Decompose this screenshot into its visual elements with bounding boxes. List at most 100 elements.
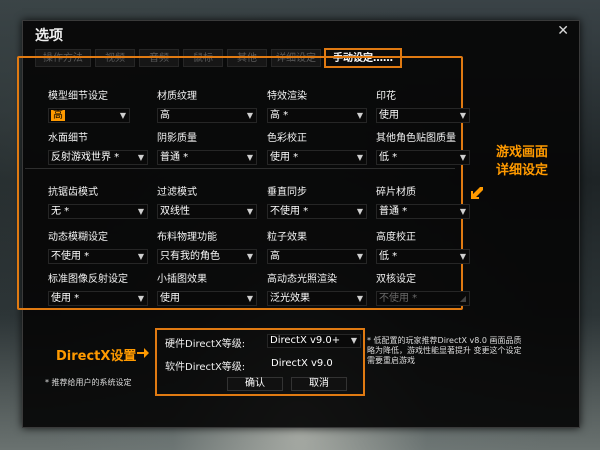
minimap-effect-select[interactable]: 使用 ▼ [157, 291, 257, 306]
close-icon[interactable]: ✕ [557, 23, 569, 39]
graphics-detail-annotation: 游戏画面 详细设定 [496, 144, 548, 180]
height-correction-select[interactable]: 低 * ▼ [376, 249, 470, 264]
select-value: 使用 * [51, 293, 80, 304]
setting-dual-core: 双核设定 不使用 * ◢ [376, 273, 470, 306]
setting-label: 水面细节 [48, 133, 88, 144]
setting-color-correction: 色彩校正 使用 * ▼ [267, 132, 367, 165]
select-value: 使用 [160, 293, 180, 304]
setting-cloth-physics: 布料物理功能 只有我的角色 ▼ [157, 231, 257, 264]
setting-water-detail: 水面细节 反射游戏世界 * ▼ [48, 132, 148, 165]
dropdown-arrow-icon: ▼ [137, 207, 144, 216]
setting-label: 印花 [376, 91, 396, 102]
annotation-arrow-icon [137, 348, 149, 358]
select-value: 低 * [379, 251, 398, 262]
dropdown-arrow-icon: ▼ [356, 207, 363, 216]
antialiasing-select[interactable]: 无 * ▼ [48, 204, 148, 219]
cancel-button[interactable]: 取消 [291, 377, 347, 391]
setting-label: 双核设定 [376, 274, 416, 285]
setting-label: 粒子效果 [267, 232, 307, 243]
select-value: 双线性 [160, 206, 190, 217]
select-value: 无 * [51, 206, 70, 217]
dropdown-arrow-icon: ◢ [459, 294, 466, 303]
other-char-texture-select[interactable]: 低 * ▼ [376, 150, 470, 165]
setting-particles: 粒子效果 高 ▼ [267, 231, 367, 264]
effects-select[interactable]: 高 * ▼ [267, 108, 367, 123]
texture-select[interactable]: 高 ▼ [157, 108, 257, 123]
select-value: 不使用 * [379, 293, 418, 304]
setting-effects: 特效渲染 高 * ▼ [267, 90, 367, 123]
setting-shadow-quality: 阴影质量 普通 * ▼ [157, 132, 257, 165]
setting-label: 动态模糊设定 [48, 232, 108, 243]
fragment-material-select[interactable]: 普通 * ▼ [376, 204, 470, 219]
setting-hdr: 高动态光照渲染 泛光效果 ▼ [267, 273, 367, 306]
setting-label: 特效渲染 [267, 91, 307, 102]
setting-label: 阴影质量 [157, 133, 197, 144]
setting-filter-mode: 过滤模式 双线性 ▼ [157, 186, 257, 219]
setting-label: 布料物理功能 [157, 232, 217, 243]
annotation-line: 游戏画面 [496, 145, 549, 160]
select-value: 使用 [379, 110, 399, 121]
dual-core-select[interactable]: 不使用 * ◢ [376, 291, 470, 306]
dropdown-arrow-icon: ▼ [459, 252, 466, 261]
select-value: 普通 * [160, 152, 189, 163]
color-correction-select[interactable]: 使用 * ▼ [267, 150, 367, 165]
setting-label: 高度校正 [376, 232, 416, 243]
vsync-select[interactable]: 不使用 * ▼ [267, 204, 367, 219]
dropdown-arrow-icon: ▼ [119, 111, 126, 120]
setting-label: 色彩校正 [267, 133, 307, 144]
dropdown-arrow-icon: ▼ [356, 252, 363, 261]
setting-height-correction: 高度校正 低 * ▼ [376, 231, 470, 264]
select-value: 使用 * [270, 152, 299, 163]
model-detail-select[interactable]: 高 ▼ [48, 108, 130, 123]
setting-std-reflection: 标准图像反射设定 使用 * ▼ [48, 273, 148, 306]
dropdown-arrow-icon: ▼ [246, 153, 253, 162]
setting-label: 其他角色贴图质量 [376, 133, 456, 144]
setting-label: 垂直同步 [267, 187, 307, 198]
particles-select[interactable]: 高 ▼ [267, 249, 367, 264]
setting-label: 小插图效果 [157, 274, 207, 285]
select-value: 反射游戏世界 * [51, 152, 120, 163]
setting-decal: 印花 使用 ▼ [376, 90, 470, 123]
select-value: 高 [160, 110, 170, 121]
motion-blur-select[interactable]: 不使用 * ▼ [48, 249, 148, 264]
hw-directx-select[interactable]: DirectX v9.0+ ▼ [267, 334, 361, 348]
dialog-title: 选项 [35, 28, 63, 44]
annotation-line: 详细设定 [496, 163, 549, 178]
dropdown-arrow-icon: ▼ [246, 111, 253, 120]
setting-label: 抗锯齿模式 [48, 187, 98, 198]
setting-label: 材质纹理 [157, 91, 197, 102]
confirm-button[interactable]: 确认 [227, 377, 283, 391]
hdr-select[interactable]: 泛光效果 ▼ [267, 291, 367, 306]
directx-annotation: DirectX设置 [56, 349, 137, 364]
select-value: 低 * [379, 152, 398, 163]
setting-model-detail: 模型细节设定 高 ▼ [48, 90, 130, 123]
dropdown-arrow-icon: ▼ [137, 294, 144, 303]
shadow-quality-select[interactable]: 普通 * ▼ [157, 150, 257, 165]
hw-directx-label: 硬件DirectX等级: [165, 339, 246, 350]
setting-minimap-effect: 小插图效果 使用 ▼ [157, 273, 257, 306]
select-value: 高 [51, 110, 65, 121]
dropdown-arrow-icon: ▼ [137, 252, 144, 261]
cloth-physics-select[interactable]: 只有我的角色 ▼ [157, 249, 257, 264]
std-reflection-select[interactable]: 使用 * ▼ [48, 291, 148, 306]
directx-settings-box: 硬件DirectX等级: DirectX v9.0+ ▼ 软件DirectX等级… [155, 328, 365, 396]
dropdown-arrow-icon: ▼ [246, 252, 253, 261]
filter-mode-select[interactable]: 双线性 ▼ [157, 204, 257, 219]
select-value: 不使用 * [270, 206, 309, 217]
decal-select[interactable]: 使用 ▼ [376, 108, 470, 123]
setting-fragment-material: 碎片材质 普通 * ▼ [376, 186, 470, 219]
annotation-arrow-icon [471, 187, 483, 199]
select-value: 泛光效果 [270, 293, 310, 304]
select-value: 普通 * [379, 206, 408, 217]
dropdown-arrow-icon: ▼ [246, 294, 253, 303]
low-config-note: * 低配置的玩家推荐DirectX v8.0 画面品质略为降低，游戏性能显著提升… [367, 336, 522, 365]
section-divider [25, 168, 455, 169]
setting-vsync: 垂直同步 不使用 * ▼ [267, 186, 367, 219]
dropdown-arrow-icon: ▼ [350, 336, 357, 345]
select-value: 高 * [270, 110, 289, 121]
sw-directx-value: DirectX v9.0 [271, 358, 333, 369]
dropdown-arrow-icon: ▼ [356, 111, 363, 120]
water-detail-select[interactable]: 反射游戏世界 * ▼ [48, 150, 148, 165]
setting-motion-blur: 动态模糊设定 不使用 * ▼ [48, 231, 148, 264]
dropdown-arrow-icon: ▼ [246, 207, 253, 216]
